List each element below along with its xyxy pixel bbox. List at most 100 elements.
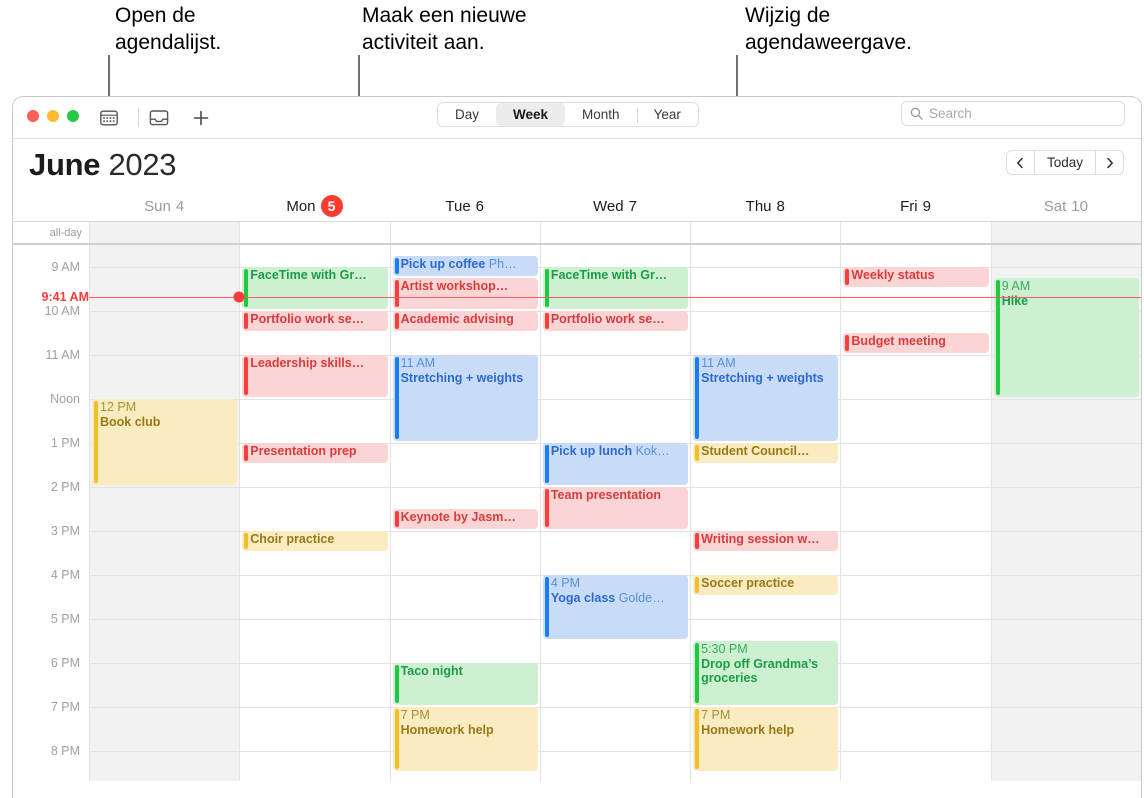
- day-header-wed[interactable]: Wed 7: [540, 191, 690, 221]
- day-column-thu[interactable]: 11 AM Stretching + weights Student Council…: [690, 245, 841, 781]
- day-column-sat[interactable]: 9 AM Hike: [990, 245, 1141, 781]
- calendar-event[interactable]: Soccer practice: [693, 575, 839, 595]
- hour-gridline: [240, 399, 390, 400]
- day-header-sat[interactable]: Sat 10: [991, 191, 1141, 221]
- calendar-event[interactable]: 9 AM Hike: [993, 278, 1139, 397]
- next-week-button[interactable]: [1096, 150, 1124, 175]
- event-title: Taco night: [400, 664, 463, 678]
- day-header-fri[interactable]: Fri 9: [840, 191, 990, 221]
- previous-week-button[interactable]: [1005, 150, 1034, 175]
- event-body: Stretching + weights: [401, 371, 534, 386]
- calendar-icon[interactable]: [98, 107, 120, 129]
- all-day-cell[interactable]: [239, 222, 390, 243]
- callout-calendar-list: Open de agendalijst.: [115, 4, 222, 54]
- calendar-event[interactable]: Artist workshop…: [392, 278, 538, 309]
- tab-month[interactable]: Month: [565, 103, 637, 126]
- week-grid[interactable]: 9 AM 10 AM 11 AM Noon 1 PM 2 PM 3 PM 4 PM 5 PM 6 …: [13, 245, 1141, 781]
- event-color-bar: [695, 577, 700, 593]
- event-time: 9 AM: [1001, 279, 1031, 293]
- hour-gridline: [390, 575, 540, 576]
- hour-gridline: [991, 487, 1141, 488]
- event-location: Ph…: [485, 257, 517, 271]
- day-header-thu[interactable]: Thu 8: [690, 191, 840, 221]
- calendar-event[interactable]: Writing session w…: [693, 531, 839, 551]
- inbox-tray-icon[interactable]: [148, 107, 170, 129]
- event-color-bar: [394, 709, 399, 769]
- day-column-mon[interactable]: FaceTime with Gr… Portfolio work se… Leade…: [239, 245, 390, 781]
- day-header-number: 8: [776, 197, 785, 215]
- all-day-cell[interactable]: [840, 222, 991, 243]
- calendar-event[interactable]: 4 PM Yoga class Golde…: [542, 575, 689, 639]
- today-button[interactable]: Today: [1033, 150, 1096, 175]
- calendar-event[interactable]: 11 AM Stretching + weights: [392, 355, 538, 441]
- day-header-tue[interactable]: Tue 6: [390, 191, 540, 221]
- event-location: Golde…: [615, 590, 665, 605]
- close-button[interactable]: [27, 110, 39, 122]
- tab-year[interactable]: Year: [636, 103, 698, 126]
- calendar-event[interactable]: Academic advising: [392, 311, 538, 331]
- calendar-event[interactable]: Pick up coffee Ph…: [392, 256, 538, 276]
- event-body: Portfolio work se…: [250, 312, 383, 327]
- day-column-wed[interactable]: FaceTime with Gr… Portfolio work se… Pick …: [539, 245, 691, 781]
- all-day-cell[interactable]: [389, 222, 540, 243]
- day-header-row: Sun 4 Mon 5 Tue 6 Wed 7 Thu 8 Fri 9 Sat 10: [13, 191, 1141, 221]
- all-day-cell[interactable]: [990, 222, 1141, 243]
- calendar-event[interactable]: Choir practice: [242, 531, 388, 551]
- calendar-event[interactable]: 7 PM Homework help: [693, 707, 839, 771]
- event-body: Keynote by Jasm…: [401, 510, 534, 525]
- search-field[interactable]: Search: [901, 101, 1125, 126]
- tab-week[interactable]: Week: [496, 103, 566, 126]
- day-header-mon[interactable]: Mon 5: [239, 191, 389, 221]
- calendar-event[interactable]: Leadership skills…: [242, 355, 388, 397]
- day-column-fri[interactable]: Weekly status Budget meeting: [840, 245, 991, 781]
- calendar-event[interactable]: FaceTime with Gr…: [242, 267, 388, 309]
- hour-gridline: [390, 443, 540, 444]
- maximize-button[interactable]: [67, 110, 79, 122]
- day-header-number: 9: [922, 197, 931, 215]
- event-color-bar: [544, 269, 549, 307]
- calendar-event[interactable]: Taco night: [392, 663, 538, 705]
- minimize-button[interactable]: [47, 110, 59, 122]
- hour-gridline: [841, 751, 991, 752]
- hour-gridline: [240, 751, 390, 752]
- day-column-sun[interactable]: 12 PM Book club: [89, 245, 240, 781]
- plus-icon[interactable]: [190, 107, 212, 129]
- event-body: Presentation prep: [250, 444, 383, 459]
- all-day-cell[interactable]: [539, 222, 691, 243]
- all-day-cell[interactable]: [690, 222, 841, 243]
- calendar-window: Day Week Month Year Search June 2023 Tod…: [12, 96, 1142, 798]
- calendar-event[interactable]: Budget meeting: [843, 333, 989, 353]
- event-color-bar: [394, 313, 399, 329]
- calendar-event[interactable]: Team presentation: [542, 487, 689, 529]
- current-time-label: 9:41 AM: [13, 290, 89, 305]
- calendar-event[interactable]: Presentation prep: [242, 443, 388, 463]
- calendar-event[interactable]: 12 PM Book club: [92, 399, 238, 485]
- calendar-event[interactable]: Student Council…: [693, 443, 839, 463]
- event-title: Presentation prep: [250, 444, 357, 458]
- calendar-event[interactable]: Keynote by Jasm…: [392, 509, 538, 529]
- day-column-tue[interactable]: Pick up coffee Ph… Artist workshop… Academ…: [389, 245, 540, 781]
- calendar-event[interactable]: 11 AM Stretching + weights: [693, 355, 839, 441]
- day-header-name: Tue: [445, 197, 471, 215]
- event-body: Hike: [1002, 294, 1135, 309]
- hour-gridline: [691, 267, 841, 268]
- event-body: Yoga class Golde…: [551, 591, 684, 606]
- day-header-sun[interactable]: Sun 4: [89, 191, 239, 221]
- tab-day[interactable]: Day: [438, 103, 496, 126]
- calendar-event[interactable]: Weekly status: [843, 267, 989, 287]
- calendar-event[interactable]: 5:30 PM Drop off Grandma’s groceries: [693, 641, 839, 705]
- all-day-cell[interactable]: [89, 222, 240, 243]
- hour-gridline: [991, 443, 1141, 444]
- view-segmented-control[interactable]: Day Week Month Year: [437, 102, 699, 127]
- event-title: Artist workshop…: [400, 279, 509, 293]
- calendar-event[interactable]: Portfolio work se…: [242, 311, 388, 331]
- calendar-event[interactable]: Pick up lunch Kok…: [542, 443, 689, 485]
- calendar-event[interactable]: 7 PM Homework help: [392, 707, 538, 771]
- calendar-event[interactable]: FaceTime with Gr…: [542, 267, 689, 309]
- event-title: Drop off Grandma’s groceries: [701, 656, 819, 686]
- calendar-event[interactable]: Portfolio work se…: [542, 311, 689, 331]
- event-color-bar: [394, 665, 399, 703]
- year-label: 2023: [108, 147, 177, 182]
- event-location: Kok…: [632, 444, 670, 458]
- event-title: Portfolio work se…: [550, 312, 665, 326]
